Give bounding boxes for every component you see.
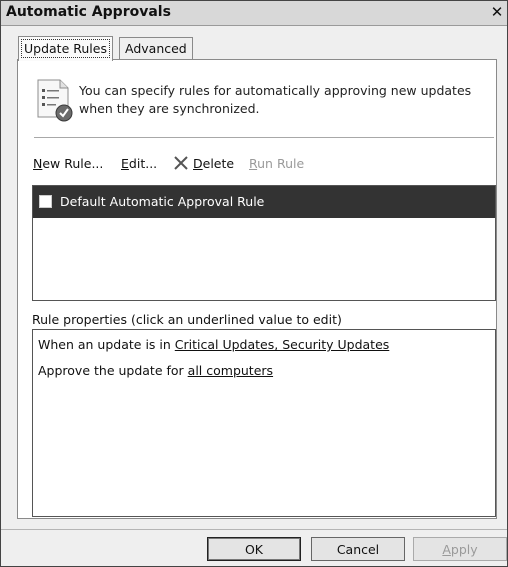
edit-label: dit... (128, 156, 158, 171)
tab-advanced[interactable]: Advanced (119, 37, 193, 60)
new-rule-accel: N (33, 156, 43, 171)
delete-button[interactable]: Delete (173, 156, 234, 171)
edit-button[interactable]: Edit... (121, 156, 157, 171)
close-button[interactable]: ✕ (489, 4, 505, 20)
run-rule-button[interactable]: Run Rule (249, 156, 304, 171)
computers-link[interactable]: all computers (188, 363, 273, 378)
property-line-category: When an update is in Critical Updates, S… (38, 337, 389, 352)
rules-list[interactable]: Default Automatic Approval Rule (32, 185, 496, 301)
run-rule-label: un Rule (257, 156, 305, 171)
delete-accel: D (193, 156, 203, 171)
title-bar: Automatic Approvals ✕ (1, 1, 507, 26)
tab-update-rules[interactable]: Update Rules (18, 36, 113, 61)
rules-list-check-icon (37, 79, 73, 122)
apply-button[interactable]: Apply (413, 537, 507, 561)
categories-link[interactable]: Critical Updates, Security Updates (175, 337, 390, 352)
ok-button[interactable]: OK (207, 537, 301, 561)
property-line-approve: Approve the update for all computers (38, 363, 273, 378)
rule-label: Default Automatic Approval Rule (60, 194, 265, 209)
separator (34, 137, 494, 139)
property-prefix: When an update is in (38, 337, 175, 352)
close-icon: ✕ (490, 3, 504, 21)
delete-icon (174, 156, 188, 170)
window-title: Automatic Approvals (6, 4, 171, 20)
automatic-approvals-dialog: Automatic Approvals ✕ Update Rules Advan… (0, 0, 508, 567)
apply-label: pply (450, 542, 478, 557)
edit-accel: E (121, 156, 129, 171)
property-prefix: Approve the update for (38, 363, 188, 378)
new-rule-button[interactable]: New Rule... (33, 156, 103, 171)
apply-accel: A (442, 542, 451, 557)
delete-label: elete (202, 156, 235, 171)
footer-separator (1, 529, 507, 530)
rule-checkbox[interactable] (39, 195, 52, 208)
rule-properties-box: When an update is in Critical Updates, S… (32, 329, 496, 517)
list-item[interactable]: Default Automatic Approval Rule (33, 186, 495, 218)
rule-properties-label: Rule properties (click an underlined val… (32, 312, 342, 327)
cancel-button[interactable]: Cancel (311, 537, 405, 561)
run-rule-accel: R (249, 156, 258, 171)
new-rule-label: ew Rule... (42, 156, 104, 171)
info-text: You can specify rules for automatically … (79, 83, 472, 116)
